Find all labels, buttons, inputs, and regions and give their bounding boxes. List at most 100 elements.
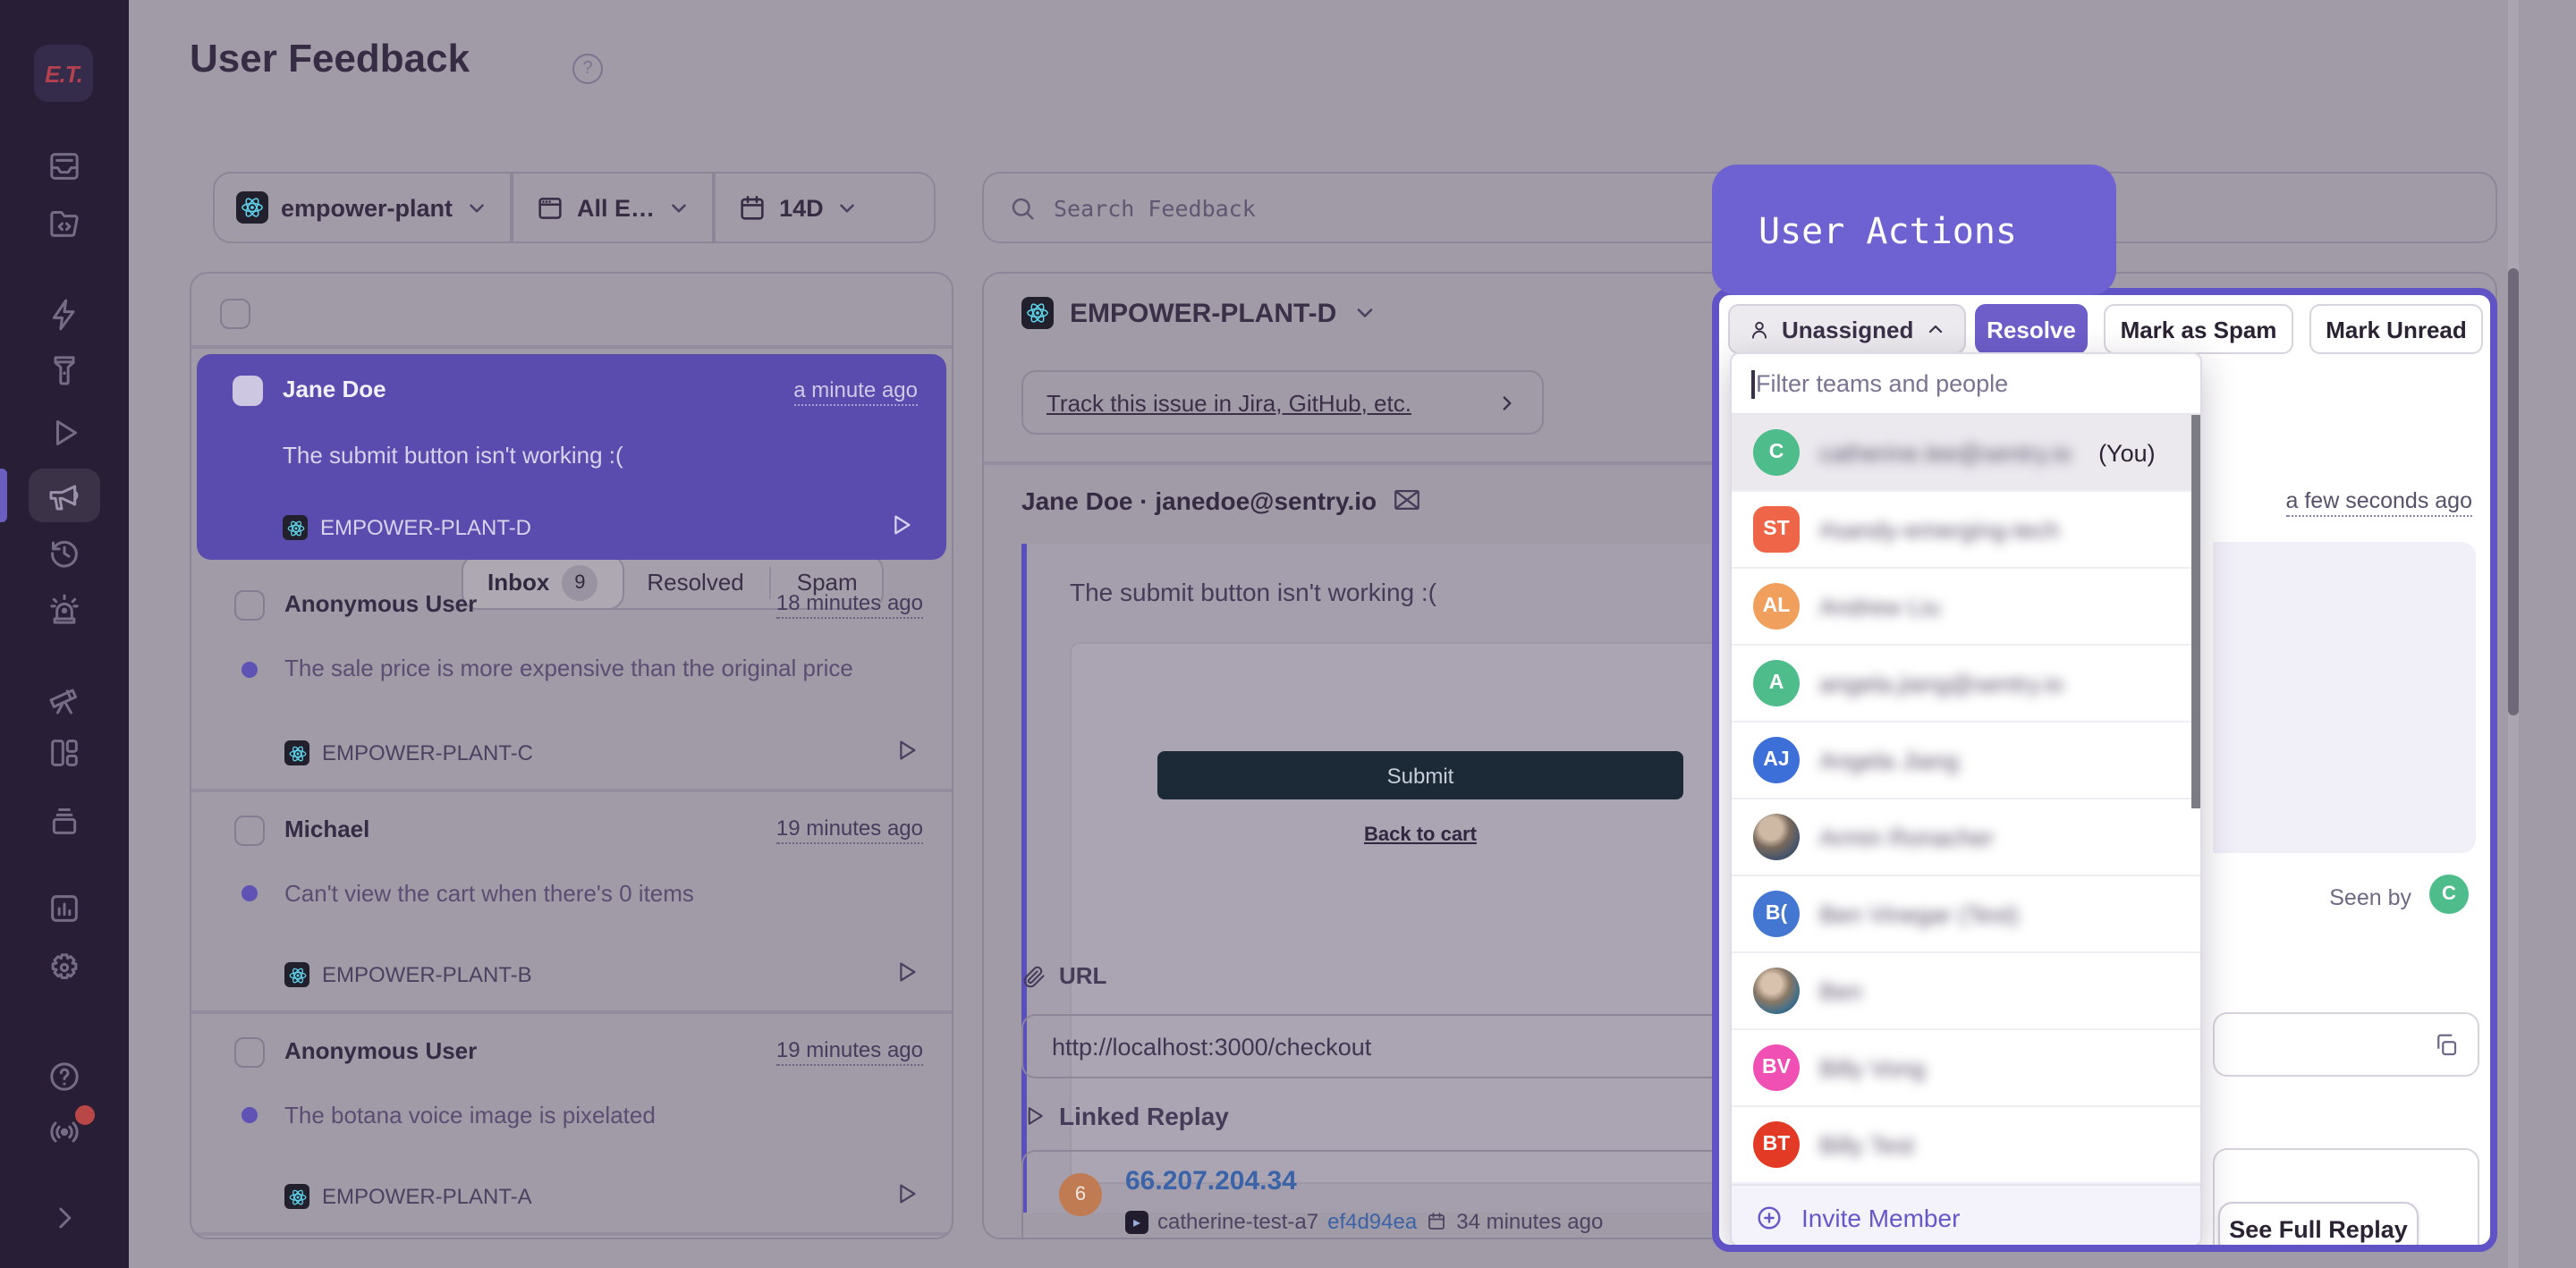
- select-all-checkbox[interactable]: [220, 299, 250, 329]
- project-select-label: empower-plant: [281, 194, 453, 221]
- replay-session: catherine-test-a7: [1157, 1209, 1318, 1234]
- play-replay-icon[interactable]: [893, 1180, 919, 1207]
- lightning-icon[interactable]: [47, 297, 82, 333]
- assignee-dropdown-button[interactable]: Unassigned: [1728, 304, 1965, 354]
- url-field-fragment: [2213, 1012, 2479, 1077]
- history-icon[interactable]: [47, 535, 82, 571]
- you-suffix: (You): [2098, 439, 2156, 466]
- item-checkbox[interactable]: [233, 376, 263, 406]
- item-checkbox[interactable]: [234, 816, 265, 846]
- copy-icon[interactable]: [2433, 1031, 2460, 1058]
- tab-resolved[interactable]: Resolved: [622, 556, 768, 608]
- detail-project-header[interactable]: EMPOWER-PLANT-D: [1021, 297, 1377, 329]
- play-replay-icon[interactable]: [887, 511, 914, 538]
- divider: [191, 1010, 952, 1013]
- assignee-option[interactable]: B( Ben Vinegar (Test): [1732, 876, 2200, 953]
- project-select[interactable]: empower-plant: [215, 173, 510, 241]
- track-issue-button[interactable]: Track this issue in Jira, GitHub, etc.: [1021, 370, 1544, 435]
- page-scrollbar-thumb[interactable]: [2508, 268, 2519, 715]
- item-project-id: EMPOWER-PLANT-D: [320, 515, 531, 540]
- flashlight-icon[interactable]: [47, 352, 82, 388]
- telescope-icon[interactable]: [47, 681, 82, 717]
- item-project-id: EMPOWER-PLANT-B: [322, 962, 532, 987]
- archive-icon[interactable]: [47, 803, 82, 839]
- user-actions-callout: User Actions: [1712, 165, 2116, 295]
- replay-badge-icon: ▸: [1125, 1210, 1148, 1233]
- item-checkbox[interactable]: [234, 1037, 265, 1068]
- avatar-photo: [1753, 814, 1800, 860]
- item-checkbox[interactable]: [234, 590, 265, 621]
- feedback-list-item-selected[interactable]: Jane Doe a minute ago The submit button …: [197, 354, 946, 560]
- mark-as-spam-button[interactable]: Mark as Spam: [2104, 304, 2293, 354]
- item-timestamp[interactable]: 18 minutes ago: [776, 590, 923, 619]
- replay-hash-link[interactable]: ef4d94ea: [1327, 1209, 1417, 1234]
- replay-ip-link[interactable]: 66.207.204.34: [1125, 1166, 1297, 1196]
- siren-icon[interactable]: [47, 592, 82, 628]
- divider: [191, 789, 952, 791]
- settings-gear-icon[interactable]: [47, 950, 82, 985]
- assignee-option[interactable]: AJ Angela Jiang: [1732, 723, 2200, 799]
- feedback-timestamp[interactable]: a few seconds ago: [2286, 488, 2473, 517]
- dropdown-scrollbar-thumb[interactable]: [2191, 415, 2200, 808]
- tab-inbox[interactable]: Inbox 9: [461, 554, 624, 610]
- org-logo[interactable]: E.T.: [34, 45, 93, 102]
- divider: [191, 345, 952, 348]
- assignee-option[interactable]: A angela.jiang@sentry.io: [1732, 646, 2200, 723]
- assignee-option[interactable]: Armin Ronacher: [1732, 799, 2200, 876]
- see-full-replay-button[interactable]: See Full Replay: [2218, 1202, 2419, 1252]
- filter-bar: empower-plant All E… 14D: [213, 172, 936, 243]
- item-project-id: EMPOWER-PLANT-A: [322, 1184, 532, 1209]
- person-icon: [1748, 317, 1771, 341]
- avatar: ST: [1753, 506, 1800, 553]
- search-icon: [1009, 194, 1036, 221]
- assignee-option[interactable]: ST #sandy-emerging-tech: [1732, 492, 2200, 569]
- react-icon: [284, 740, 309, 765]
- mark-unread-button[interactable]: Mark Unread: [2309, 304, 2483, 354]
- sidebar: E.T.: [0, 0, 129, 1268]
- megaphone-icon[interactable]: [47, 478, 82, 513]
- react-icon: [284, 1184, 309, 1209]
- assignee-filter-input[interactable]: Filter teams and people: [1732, 354, 2200, 415]
- play-replay-icon[interactable]: [893, 959, 919, 985]
- assignee-option[interactable]: BV Billy Vong: [1732, 1030, 2200, 1107]
- seen-by-avatar: C: [2429, 875, 2469, 914]
- play-outline-icon: [1021, 1103, 1046, 1129]
- resolve-button[interactable]: Resolve: [1975, 304, 2088, 354]
- avatar: AJ: [1753, 737, 1800, 783]
- feedback-author: Jane Doe · janedoe@sentry.io: [1021, 486, 1377, 514]
- daterange-select-label: 14D: [779, 194, 824, 221]
- item-timestamp[interactable]: a minute ago: [793, 377, 918, 406]
- invite-member-button[interactable]: Invite Member: [1732, 1184, 2200, 1247]
- expand-chevron-icon[interactable]: [47, 1200, 82, 1236]
- help-question-icon[interactable]: ?: [572, 54, 603, 84]
- stats-icon[interactable]: [47, 891, 82, 926]
- unread-dot: [242, 1107, 258, 1123]
- chevron-up-icon: [1924, 318, 1945, 340]
- react-icon: [1021, 297, 1054, 329]
- dashboard-icon[interactable]: [47, 735, 82, 771]
- url-section-label: URL: [1059, 962, 1106, 989]
- play-replay-icon[interactable]: [893, 737, 919, 764]
- assignee-option[interactable]: C catherine.lee@sentry.io (You): [1732, 415, 2200, 492]
- assignee-option[interactable]: Ben: [1732, 953, 2200, 1030]
- inbox-icon[interactable]: [47, 148, 82, 184]
- paperclip-icon: [1021, 963, 1046, 988]
- daterange-select[interactable]: 14D: [715, 173, 881, 241]
- item-timestamp[interactable]: 19 minutes ago: [776, 816, 923, 844]
- assignee-option[interactable]: AL Andrew Liu: [1732, 569, 2200, 646]
- react-icon: [284, 962, 309, 987]
- code-folder-icon[interactable]: [47, 206, 82, 241]
- item-project-id: EMPOWER-PLANT-C: [322, 740, 533, 765]
- avatar-photo: [1753, 968, 1800, 1014]
- message-bubble-fragment: [2213, 542, 2476, 853]
- user-actions-spotlight-panel: Unassigned Resolve Mark as Spam Mark Unr…: [1712, 288, 2497, 1252]
- react-icon: [236, 191, 268, 224]
- linked-replay-label: Linked Replay: [1059, 1102, 1229, 1130]
- screenshot-submit-button: Submit: [1157, 751, 1683, 799]
- help-icon[interactable]: [47, 1059, 82, 1095]
- item-timestamp[interactable]: 19 minutes ago: [776, 1037, 923, 1066]
- assignee-option[interactable]: BT Billy Test: [1732, 1107, 2200, 1184]
- environment-select[interactable]: All E…: [513, 173, 712, 241]
- chevron-right-icon: [1496, 391, 1519, 414]
- play-icon[interactable]: [47, 415, 82, 451]
